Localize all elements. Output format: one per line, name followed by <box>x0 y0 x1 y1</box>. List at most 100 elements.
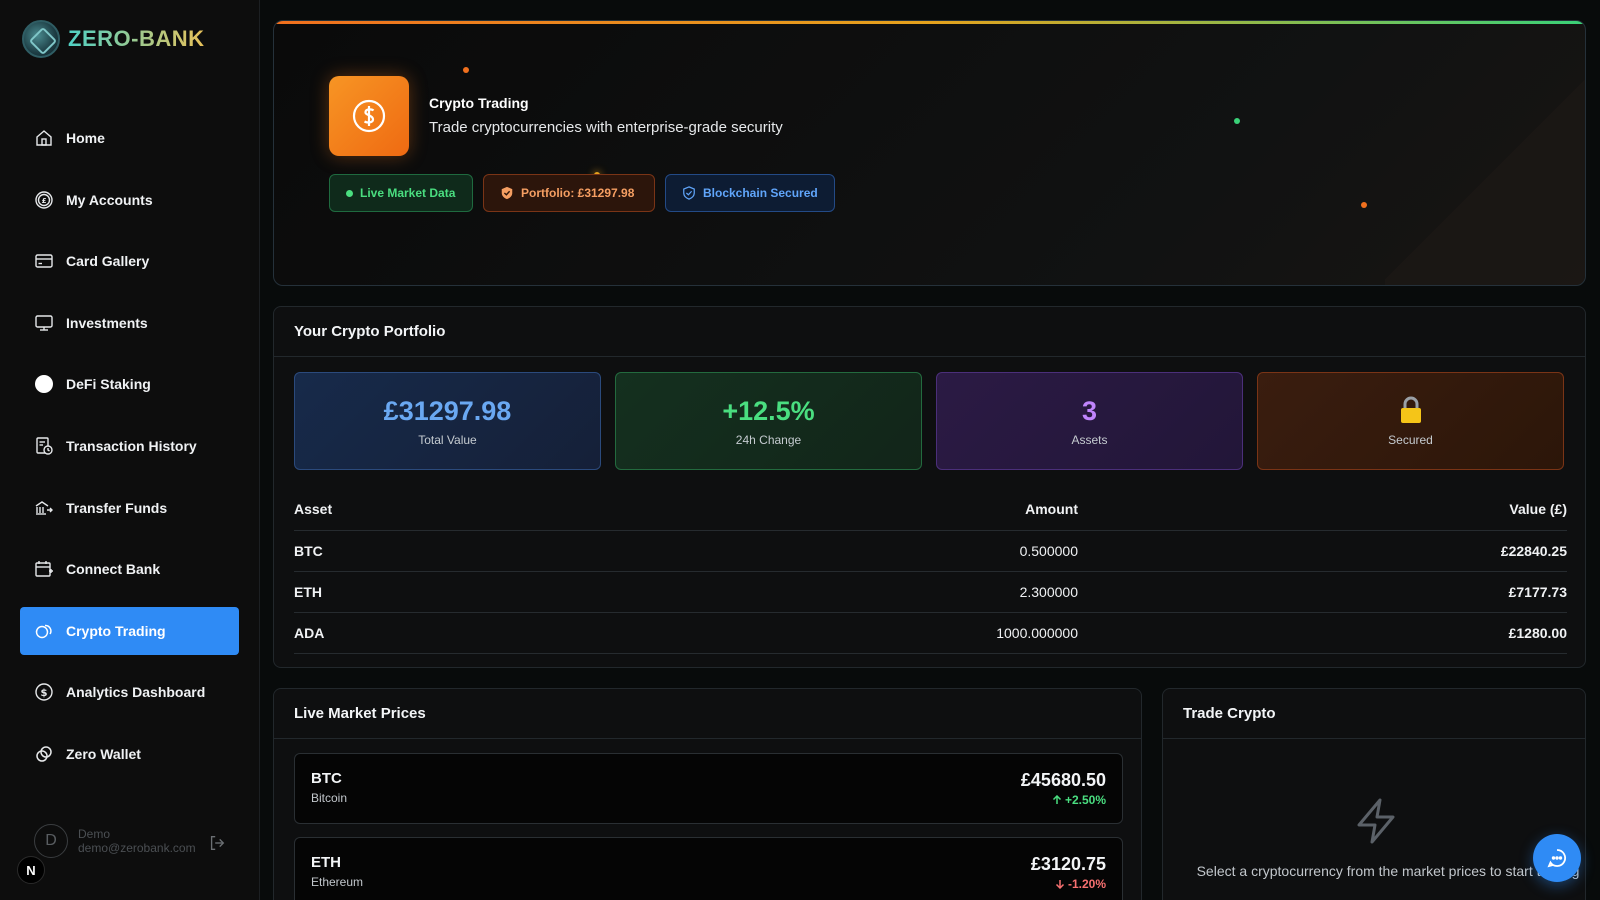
portfolio-label: Portfolio: £31297.98 <box>521 186 635 200</box>
transfer-icon <box>34 498 54 518</box>
dollar-coin-icon: $ <box>34 682 54 702</box>
chat-button[interactable] <box>1533 834 1581 882</box>
asset-cell: BTC <box>294 543 323 559</box>
page-title: Crypto Trading <box>429 95 529 111</box>
arrow-up-icon <box>1052 795 1061 804</box>
assets-label: Assets <box>1071 432 1108 447</box>
amount-cell: 0.500000 <box>1019 543 1078 559</box>
sidebar-item-label: Card Gallery <box>66 253 150 270</box>
sparkle-dot <box>1361 202 1367 208</box>
secured-label: Secured <box>1388 433 1433 447</box>
market-change-value: -1.20% <box>1067 877 1106 891</box>
sidebar-item-my-accounts[interactable]: £ My Accounts <box>20 176 239 224</box>
portfolio-badge: Portfolio: £31297.98 <box>483 174 655 212</box>
panel-title: Trade Crypto <box>1163 689 1585 739</box>
link-icon <box>34 744 54 764</box>
assets-value: 3 <box>1081 395 1098 426</box>
market-change: +2.50% <box>1052 793 1106 807</box>
table-row[interactable]: ADA 1000.000000 £1280.00 <box>294 613 1567 654</box>
live-market-label: Live Market Data <box>360 186 456 200</box>
brand[interactable]: ZERO-BANK <box>22 20 205 58</box>
market-item-btc[interactable]: BTC Bitcoin £45680.50 +2.50% <box>294 753 1123 824</box>
sidebar-item-label: Transaction History <box>66 437 197 454</box>
table-row[interactable]: ETH 2.300000 £7177.73 <box>294 572 1567 613</box>
trade-empty-message: Select a cryptocurrency from the market … <box>1196 863 1580 879</box>
column-value: Value (£) <box>1509 500 1567 517</box>
amount-cell: 1000.000000 <box>996 625 1078 641</box>
panel-title: Your Crypto Portfolio <box>274 307 1585 357</box>
n-badge[interactable]: N <box>17 856 45 884</box>
market-item-eth[interactable]: ETH Ethereum £3120.75 -1.20% <box>294 837 1123 900</box>
lightning-icon <box>1357 798 1395 844</box>
logout-icon[interactable] <box>208 834 226 852</box>
status-dot-icon <box>346 189 353 197</box>
brand-logo-icon <box>22 20 60 58</box>
sidebar-item-label: Investments <box>66 314 148 331</box>
hero-banner: Crypto Trading Trade cryptocurrencies wi… <box>273 20 1586 286</box>
sidebar-item-home[interactable]: Home <box>20 114 239 162</box>
page-subtitle: Trade cryptocurrencies with enterprise-g… <box>429 119 783 136</box>
market-price: £45680.50 <box>1020 770 1106 790</box>
live-market-badge: Live Market Data <box>329 174 473 212</box>
user-email: demo@zerobank.com <box>78 841 196 855</box>
sidebar-item-label: My Accounts <box>66 191 153 208</box>
sidebar-item-label: Home <box>66 130 105 146</box>
crypto-trading-icon <box>329 76 409 156</box>
pound-coin-icon: £ <box>34 190 54 210</box>
credit-card-icon <box>34 251 54 271</box>
history-icon <box>34 436 54 456</box>
svg-text:£: £ <box>42 197 47 205</box>
change-label: 24h Change <box>735 432 802 447</box>
sidebar-item-card-gallery[interactable]: Card Gallery <box>20 237 239 285</box>
asset-cell: ETH <box>294 584 322 600</box>
connect-bank-icon <box>34 559 54 579</box>
sidebar: ZERO-BANK Home £ My Accounts Card Galler… <box>0 0 260 900</box>
chat-bubble-icon <box>1547 849 1566 868</box>
svg-text:$: $ <box>41 688 48 699</box>
sidebar-item-defi-staking[interactable]: DeFi Staking <box>20 360 239 408</box>
value-cell: £1280.00 <box>1508 625 1567 641</box>
monitor-icon <box>34 313 54 333</box>
sidebar-item-zero-wallet[interactable]: Zero Wallet <box>20 730 239 778</box>
sidebar-item-analytics-dashboard[interactable]: $ Analytics Dashboard <box>20 668 239 716</box>
sidebar-item-transaction-history[interactable]: Transaction History <box>20 422 239 470</box>
market-change: -1.20% <box>1055 877 1106 891</box>
sidebar-item-label: Transfer Funds <box>66 499 168 516</box>
sidebar-item-label: Zero Wallet <box>66 745 141 762</box>
column-asset: Asset <box>294 500 333 517</box>
sidebar-item-connect-bank[interactable]: Connect Bank <box>20 545 239 593</box>
live-market-panel: Live Market Prices BTC Bitcoin £45680.50… <box>273 688 1142 900</box>
avatar: D <box>34 824 68 858</box>
shield-icon <box>683 186 695 200</box>
value-cell: £22840.25 <box>1500 543 1567 559</box>
user-profile[interactable]: D Demo demo@zerobank.com <box>34 824 196 858</box>
amount-cell: 2.300000 <box>1019 584 1078 600</box>
market-symbol: BTC <box>311 770 342 787</box>
trade-crypto-panel: Trade Crypto Select a cryptocurrency fro… <box>1162 688 1586 900</box>
sidebar-nav: Home £ My Accounts Card Gallery Investme… <box>20 114 239 792</box>
panel-title: Live Market Prices <box>274 689 1141 739</box>
table-header: Asset Amount Value (£) <box>294 487 1567 531</box>
blockchain-label: Blockchain Secured <box>703 186 818 200</box>
home-icon <box>34 128 54 148</box>
total-value-label: Total Value <box>418 432 477 447</box>
sidebar-item-label: Analytics Dashboard <box>66 684 206 701</box>
assets-card: 3 Assets <box>936 372 1243 470</box>
column-amount: Amount <box>1025 500 1078 517</box>
sidebar-item-label: Connect Bank <box>66 561 161 578</box>
crypto-coins-icon <box>34 621 54 641</box>
total-value-card: £31297.98 Total Value <box>294 372 601 470</box>
sidebar-item-transfer-funds[interactable]: Transfer Funds <box>20 484 239 532</box>
value-cell: £7177.73 <box>1508 584 1567 600</box>
sidebar-item-crypto-trading[interactable]: Crypto Trading <box>20 606 239 655</box>
change-value: +12.5% <box>722 395 815 426</box>
sparkle-dot <box>1234 118 1240 124</box>
change-card: +12.5% 24h Change <box>615 372 922 470</box>
arrow-down-icon <box>1055 880 1064 889</box>
portfolio-table: Asset Amount Value (£) BTC 0.500000 £228… <box>294 487 1567 654</box>
market-name: Bitcoin <box>311 791 348 805</box>
table-row[interactable]: BTC 0.500000 £22840.25 <box>294 531 1567 572</box>
sidebar-item-investments[interactable]: Investments <box>20 299 239 347</box>
circle-icon <box>34 374 54 394</box>
market-name: Ethereum <box>311 875 364 889</box>
